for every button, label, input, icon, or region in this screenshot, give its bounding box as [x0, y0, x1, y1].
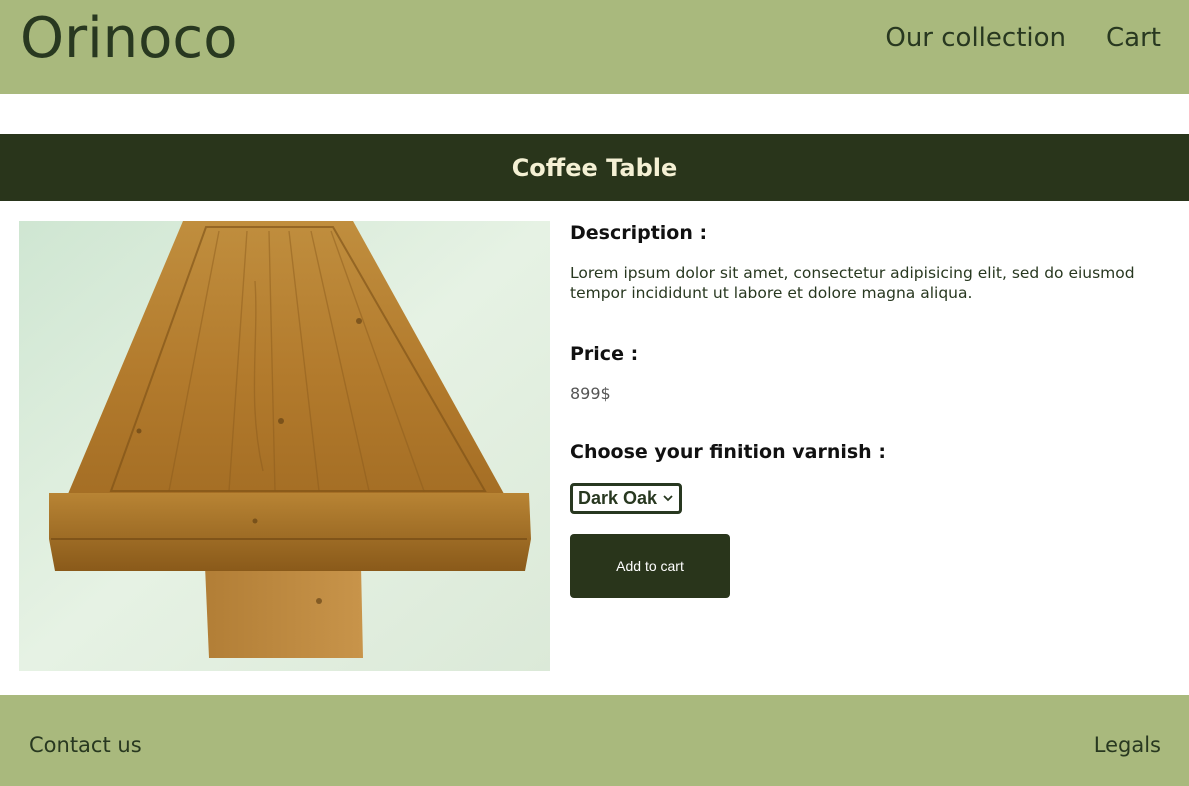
product-title-bar: Coffee Table — [0, 134, 1189, 201]
add-to-cart-button[interactable]: Add to cart — [570, 534, 730, 598]
varnish-selected-value: Dark Oak — [578, 488, 658, 508]
product-description: Lorem ipsum dolor sit amet, consectetur … — [570, 264, 1135, 302]
brand-logo-link[interactable]: Orinoco — [20, 4, 237, 74]
main-nav: Our collection Cart — [885, 20, 1161, 56]
site-header: Orinoco Our collection Cart — [0, 0, 1189, 94]
footer-link-contact-us[interactable]: Contact us — [29, 731, 142, 759]
nav-link-cart[interactable]: Cart — [1106, 20, 1161, 56]
nav-link-our-collection[interactable]: Our collection — [885, 20, 1066, 56]
footer-link-legals[interactable]: Legals — [1094, 731, 1161, 759]
varnish-label: Choose your finition varnish : — [570, 441, 886, 463]
coffee-table-photo — [19, 221, 550, 671]
price-label: Price : — [570, 343, 639, 365]
varnish-select[interactable]: Dark Oak — [570, 483, 682, 514]
site-footer: Contact us Legals — [0, 695, 1189, 786]
chevron-down-icon — [663, 495, 673, 502]
product-price: 899$ — [570, 384, 611, 403]
product-image — [19, 221, 550, 671]
product-title: Coffee Table — [511, 153, 678, 182]
description-label: Description : — [570, 222, 708, 244]
